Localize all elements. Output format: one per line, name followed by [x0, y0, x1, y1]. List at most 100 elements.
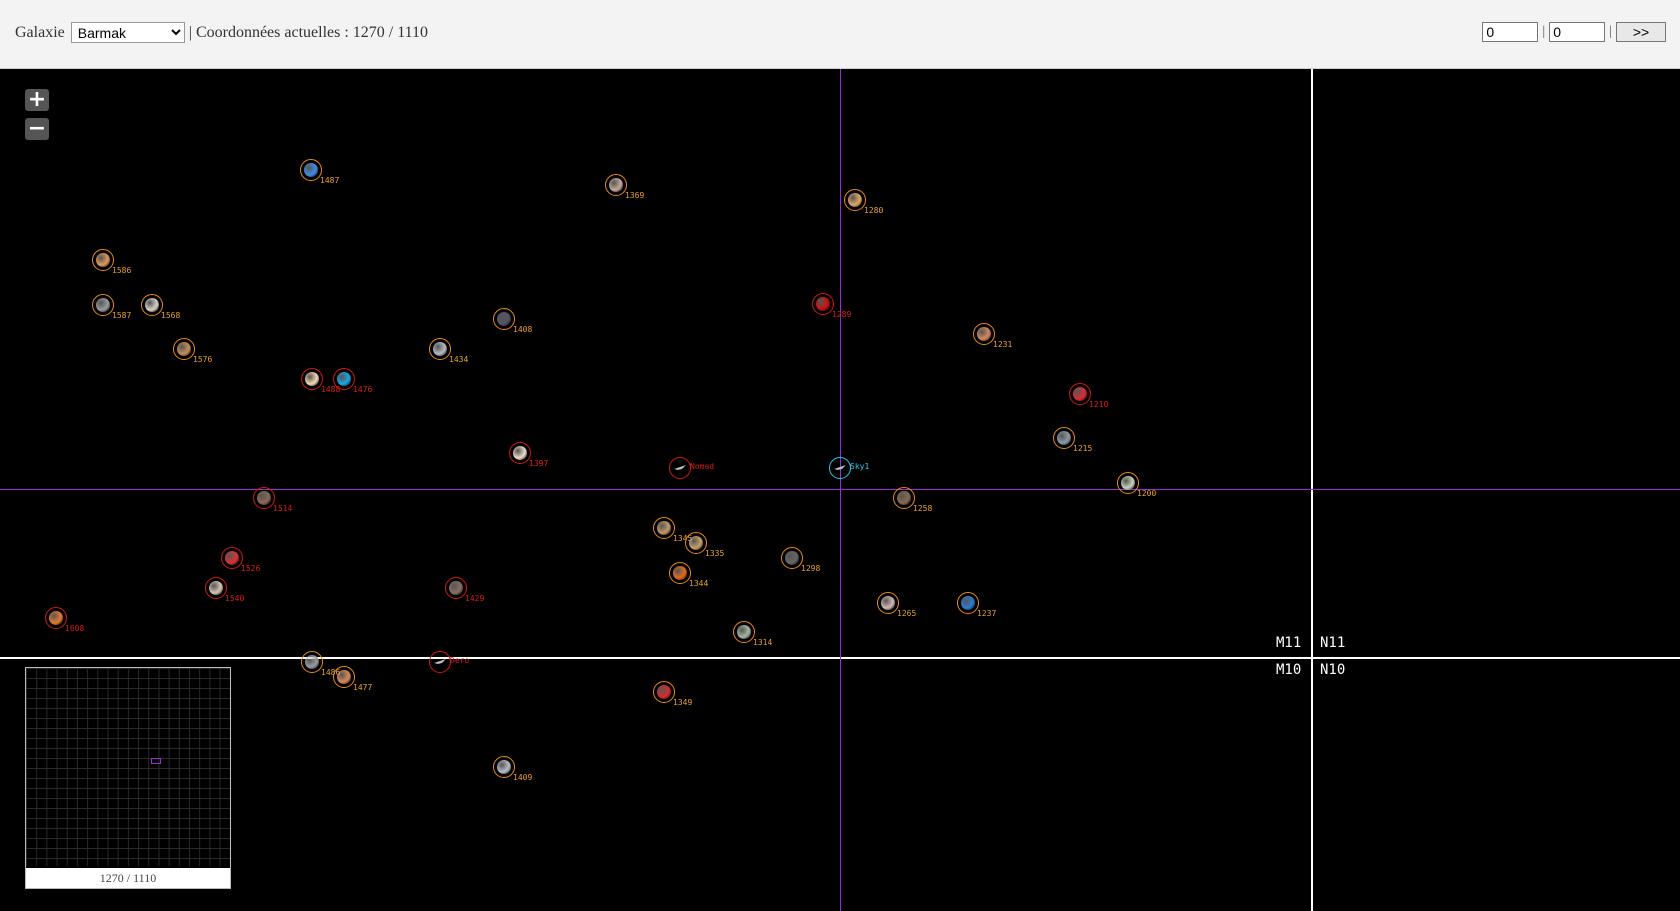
planet-marker[interactable] — [1053, 427, 1075, 449]
planet-label: 1237 — [977, 609, 997, 618]
planet-label: 1200 — [1137, 489, 1157, 498]
minimap-coordinates: 1270 / 1110 — [26, 868, 230, 888]
ship-icon — [673, 461, 687, 475]
planet-marker[interactable] — [685, 532, 707, 554]
planet-icon — [977, 327, 991, 341]
planet-label: 1586 — [112, 266, 132, 275]
planet-marker[interactable] — [493, 308, 515, 330]
planet-marker[interactable] — [733, 621, 755, 643]
planet-marker[interactable] — [844, 189, 866, 211]
planet-icon — [225, 551, 239, 565]
planet-label: 1568 — [161, 311, 181, 320]
sector-label-n11: N11 — [1320, 635, 1346, 651]
ship-marker[interactable] — [669, 457, 691, 479]
planet-marker[interactable] — [605, 174, 627, 196]
minimap[interactable]: 1270 / 1110 — [25, 667, 231, 889]
planet-label: 1408 — [513, 325, 533, 334]
planet-icon — [209, 581, 223, 595]
planet-marker[interactable] — [509, 442, 531, 464]
planet-label: 1344 — [689, 579, 709, 588]
planet-icon — [49, 611, 63, 625]
planet-marker[interactable] — [973, 323, 995, 345]
planet-label: 1314 — [753, 638, 773, 647]
planet-marker[interactable] — [445, 577, 467, 599]
current-coordinates: | Coordonnées actuelles : 1270 / 1110 — [188, 23, 429, 41]
planet-icon — [337, 372, 351, 386]
planet-marker[interactable] — [669, 562, 691, 584]
goto-button[interactable]: >> — [1616, 22, 1666, 42]
planet-marker[interactable] — [957, 592, 979, 614]
planet-icon — [657, 521, 671, 535]
sector-label-m11: M11 — [1276, 635, 1302, 651]
planet-icon — [1057, 431, 1071, 445]
planet-label: 1349 — [673, 698, 693, 707]
planet-icon — [337, 670, 351, 684]
zoom-in-button[interactable]: + — [25, 89, 49, 111]
planet-label: 1298 — [801, 564, 821, 573]
goto-separator-1: | — [1542, 24, 1546, 39]
ship-label: Nomad — [690, 462, 715, 471]
planet-icon — [96, 253, 110, 267]
planet-label: 1231 — [993, 340, 1013, 349]
minimap-grid — [26, 668, 230, 866]
planet-marker[interactable] — [877, 592, 899, 614]
planet-marker[interactable] — [812, 293, 834, 315]
ship-marker[interactable] — [429, 651, 451, 673]
planet-icon — [513, 446, 527, 460]
planet-marker[interactable] — [301, 368, 323, 390]
planet-icon — [497, 760, 511, 774]
planet-marker[interactable] — [253, 487, 275, 509]
planet-marker[interactable] — [173, 338, 195, 360]
planet-label: 1526 — [241, 564, 261, 573]
planet-marker[interactable] — [333, 368, 355, 390]
planet-icon — [1121, 476, 1135, 490]
planet-marker[interactable] — [45, 607, 67, 629]
planet-label: 1397 — [529, 459, 549, 468]
planet-icon — [689, 536, 703, 550]
zoom-out-button[interactable]: − — [25, 118, 49, 140]
planet-marker[interactable] — [221, 547, 243, 569]
planet-label: 1429 — [465, 594, 485, 603]
planet-label: 1477 — [353, 683, 373, 692]
minimap-viewport-marker[interactable] — [151, 758, 161, 764]
galaxy-select[interactable]: Barmak — [70, 22, 185, 43]
planet-icon — [881, 596, 895, 610]
planet-icon — [657, 685, 671, 699]
planet-marker[interactable] — [493, 756, 515, 778]
planet-label: 1369 — [625, 191, 645, 200]
planet-marker[interactable] — [429, 338, 451, 360]
planet-marker[interactable] — [893, 487, 915, 509]
planet-marker[interactable] — [1069, 383, 1091, 405]
planet-icon — [177, 342, 191, 356]
planet-icon — [737, 625, 751, 639]
planet-icon — [305, 655, 319, 669]
goto-form: | | >> — [1478, 22, 1666, 42]
planet-label: 1210 — [1089, 400, 1109, 409]
ship-marker[interactable] — [829, 457, 851, 479]
planet-marker[interactable] — [1117, 472, 1139, 494]
planet-marker[interactable] — [92, 294, 114, 316]
planet-label: 1289 — [832, 310, 852, 319]
crosshair-horizontal — [0, 489, 1680, 490]
goto-y-input[interactable] — [1549, 22, 1606, 42]
planet-icon — [257, 491, 271, 505]
planet-marker[interactable] — [653, 517, 675, 539]
planet-marker[interactable] — [301, 651, 323, 673]
ship-icon — [433, 655, 447, 669]
planet-marker[interactable] — [781, 547, 803, 569]
planet-label: 1335 — [705, 549, 725, 558]
planet-marker[interactable] — [333, 666, 355, 688]
planet-icon — [304, 163, 318, 177]
planet-marker[interactable] — [300, 159, 322, 181]
planet-label: 1258 — [913, 504, 933, 513]
planet-marker[interactable] — [141, 294, 163, 316]
planet-icon — [497, 312, 511, 326]
galaxy-map[interactable]: M11 N11 M10 N10 + − 1487 1369 1280 1586 1587… — [0, 69, 1680, 911]
top-toolbar: Galaxie Barmak | Coordonnées actuelles :… — [0, 0, 1680, 69]
planet-icon — [449, 581, 463, 595]
goto-x-input[interactable] — [1482, 22, 1539, 42]
planet-label: 1587 — [112, 311, 132, 320]
planet-marker[interactable] — [653, 681, 675, 703]
planet-marker[interactable] — [92, 249, 114, 271]
planet-marker[interactable] — [205, 577, 227, 599]
